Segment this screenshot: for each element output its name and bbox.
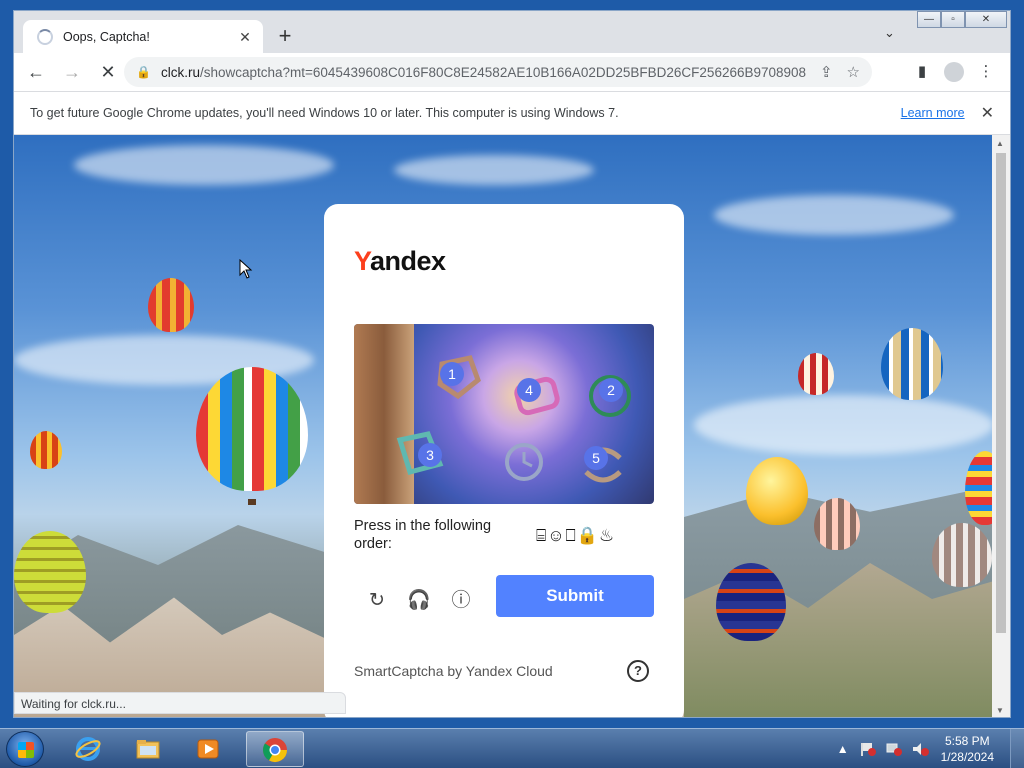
taskbar-internet-explorer[interactable] (60, 731, 118, 767)
window-close-button[interactable]: ✕ (965, 11, 1007, 28)
balloon (30, 431, 62, 469)
action-center-flag-icon[interactable] (859, 741, 877, 757)
folder-icon (136, 740, 160, 759)
tab-close-icon[interactable]: ✕ (237, 29, 253, 46)
clock[interactable]: 5:58 PM 1/28/2024 (941, 733, 994, 765)
order-icons-sequence: ⌸☺⎕🔒♨ (536, 526, 616, 545)
cloud (74, 145, 334, 185)
share-icon[interactable]: ⇪ (820, 63, 833, 81)
captcha-actions: ↻ 🎧 ⓘ (362, 586, 488, 616)
refresh-icon[interactable]: ↻ (362, 586, 392, 616)
cloud (394, 155, 594, 185)
clock-shape-icon (505, 443, 543, 481)
clock-date: 1/28/2024 (940, 750, 994, 764)
bookmark-star-icon[interactable]: ☆ (847, 63, 860, 81)
lock-icon[interactable]: 🔒 (136, 65, 151, 79)
start-button[interactable] (6, 731, 44, 767)
captcha-image[interactable]: 1 2 3 4 5 (354, 324, 654, 504)
avatar-icon (944, 62, 964, 83)
tab-active[interactable]: Oops, Captcha! ✕ (23, 20, 263, 54)
address-bar[interactable]: 🔒 clck.ru/showcaptcha?mt=6045439608C016F… (124, 57, 872, 87)
balloon (148, 278, 194, 332)
cloud (694, 395, 994, 455)
help-icon[interactable]: ? (627, 660, 649, 682)
forward-button[interactable]: → (58, 58, 86, 86)
toolbar-right: ▮ ⋮ (904, 58, 1000, 86)
side-panel-icon[interactable]: ▮ (908, 58, 936, 86)
tab-title: Oops, Captcha! (63, 30, 150, 44)
tab-search-icon[interactable]: ⌄ (884, 25, 895, 41)
menu-icon[interactable]: ⋮ (972, 58, 1000, 86)
update-infobar: To get future Google Chrome updates, you… (14, 91, 1010, 135)
url-text[interactable]: clck.ru/showcaptcha?mt=6045439608C016F80… (161, 65, 806, 80)
balloon (746, 457, 808, 525)
infobar-message: To get future Google Chrome updates, you… (30, 106, 619, 120)
show-hidden-icons-icon[interactable]: ▲ (837, 742, 849, 756)
yandex-logo: Yandex (354, 246, 446, 277)
infobar-close-icon[interactable]: ✕ (981, 103, 994, 123)
cloud (714, 195, 954, 235)
balloon-basket (248, 499, 256, 505)
logo-letter-y: Y (354, 246, 371, 276)
page-content: Yandex 1 2 3 4 5 Press in the following … (14, 135, 994, 717)
toolbar: ← → ✕ 🔒 clck.ru/showcaptcha?mt=604543960… (14, 53, 1010, 91)
badge-number-3[interactable]: 3 (418, 443, 442, 467)
system-tray: ▲ 5:58 PM 1/28/2024 (837, 729, 1024, 768)
scrollbar-thumb[interactable] (996, 153, 1006, 633)
taskbar: ▲ 5:58 PM 1/28/2024 (0, 728, 1024, 768)
taskbar-file-explorer[interactable] (120, 731, 178, 767)
taskbar-media-player[interactable] (180, 731, 238, 767)
scroll-down-arrow-icon[interactable]: ▼ (996, 706, 1004, 715)
network-icon[interactable] (885, 741, 903, 757)
window-controls: — ▫ ✕ (917, 11, 1007, 28)
volume-muted-icon[interactable] (911, 741, 929, 757)
clock-time: 5:58 PM (944, 734, 990, 748)
info-icon[interactable]: ⓘ (446, 586, 476, 616)
balloon (965, 451, 994, 525)
mouse-cursor-icon (239, 259, 253, 279)
order-instruction: Press in the following order: (354, 518, 492, 552)
learn-more-link[interactable]: Learn more (901, 106, 965, 120)
balloon (716, 563, 786, 641)
profile-button[interactable] (940, 58, 968, 86)
loading-spinner-icon (37, 29, 53, 45)
balloon (798, 353, 834, 395)
balloon (196, 367, 308, 491)
chrome-icon (263, 738, 287, 763)
back-button[interactable]: ← (22, 58, 50, 86)
badge-number-1[interactable]: 1 (440, 362, 464, 386)
new-tab-button[interactable]: + (272, 23, 298, 49)
url-host: clck.ru (160, 64, 200, 80)
show-desktop-button[interactable] (1010, 729, 1024, 768)
media-player-icon (197, 739, 219, 759)
badge-number-5[interactable]: 5 (584, 446, 608, 470)
balloon (814, 498, 860, 550)
balloon (881, 328, 943, 400)
scroll-up-arrow-icon[interactable]: ▲ (996, 139, 1004, 148)
curtain (354, 324, 414, 504)
smartcaptcha-credit: SmartCaptcha by Yandex Cloud (354, 663, 553, 679)
url-path: /showcaptcha?mt=6045439608C016F80C8E2458… (199, 64, 806, 80)
tab-strip: Oops, Captcha! ✕ + ⌄ — ▫ ✕ (14, 11, 1010, 54)
browser-window: Oops, Captcha! ✕ + ⌄ — ▫ ✕ ← → ✕ 🔒 clck.… (13, 10, 1011, 718)
maximize-button[interactable]: ▫ (941, 11, 965, 28)
taskbar-chrome[interactable] (246, 731, 304, 767)
badge-number-2[interactable]: 2 (599, 378, 623, 402)
submit-button[interactable]: Submit (496, 575, 654, 617)
status-bubble: Waiting for clck.ru... (14, 692, 346, 714)
badge-number-4[interactable]: 4 (517, 378, 541, 402)
minimize-button[interactable]: — (917, 11, 941, 28)
audio-headphones-icon[interactable]: 🎧 (404, 586, 434, 616)
captcha-card: Yandex 1 2 3 4 5 Press in the following … (324, 204, 684, 717)
balloon (14, 531, 86, 613)
stop-loading-button[interactable]: ✕ (94, 58, 122, 86)
internet-explorer-icon (75, 737, 101, 761)
logo-text: andex (370, 246, 446, 276)
balloon (932, 523, 992, 587)
vertical-scrollbar[interactable]: ▲ ▼ (992, 135, 1010, 717)
